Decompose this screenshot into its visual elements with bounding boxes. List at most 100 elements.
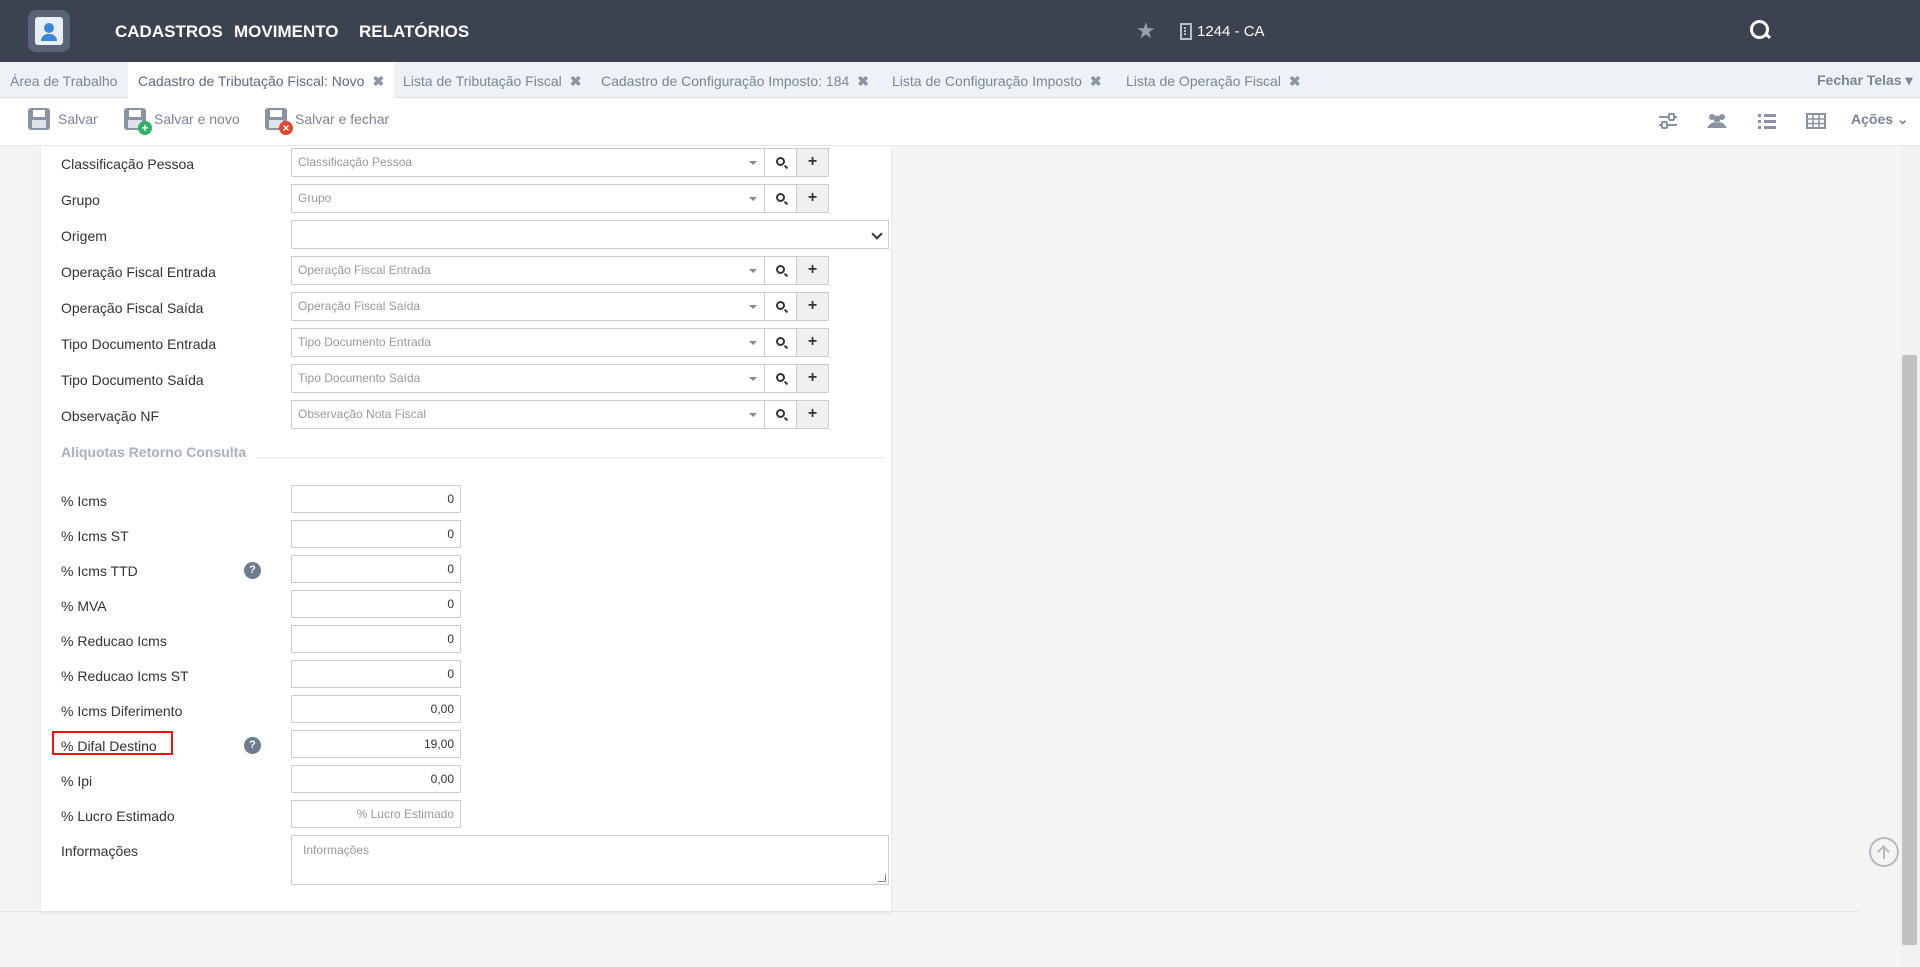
lookup-search-button[interactable] <box>764 149 796 176</box>
list-icon[interactable] <box>1756 111 1778 131</box>
lookup-search-button[interactable] <box>764 185 796 212</box>
form-row-origem: Origem <box>61 220 889 250</box>
form-row-difal-destino: % Difal Destino ? 19,00 <box>52 730 881 760</box>
reducao-icms-input[interactable]: 0 <box>291 625 461 653</box>
sliders-icon[interactable] <box>1657 111 1679 131</box>
nav-cadastros[interactable]: CADASTROS <box>115 22 223 42</box>
icms-diferimento-input[interactable]: 0,00 <box>291 695 461 723</box>
save-and-new-button[interactable]: + Salvar e novo <box>124 108 240 135</box>
close-tab-icon[interactable]: ✖ <box>857 73 869 89</box>
add-button[interactable]: + <box>796 365 828 392</box>
tab-bar: Área de Trabalho Cadastro de Tributação … <box>0 62 1920 98</box>
company-selector[interactable]: 1244 - CA <box>1180 23 1265 40</box>
difal-destino-input[interactable]: 19,00 <box>291 730 461 758</box>
app-logo[interactable] <box>28 10 70 52</box>
tab-area-de-trabalho[interactable]: Área de Trabalho <box>0 62 127 98</box>
tab-cadastro-configuracao-imposto[interactable]: Cadastro de Configuração Imposto: 184 ✖ <box>591 62 879 98</box>
nav-movimento[interactable]: MOVIMENTO <box>234 22 339 42</box>
caret-down-icon[interactable] <box>744 149 764 176</box>
resize-handle[interactable] <box>878 874 886 882</box>
search-icon <box>776 373 785 382</box>
caret-down-icon[interactable] <box>744 257 764 284</box>
field-label: Origem <box>61 228 107 244</box>
add-button[interactable]: + <box>796 185 828 212</box>
save-close-label: Salvar e fechar <box>295 111 390 127</box>
save-button[interactable]: Salvar <box>28 108 98 130</box>
reducao-icms-st-input[interactable]: 0 <box>291 660 461 688</box>
lookup-search-button[interactable] <box>764 401 796 428</box>
close-all-tabs-button[interactable]: Fechar Telas ▾ <box>1817 72 1912 89</box>
form-row-informacoes: Informações Informações <box>61 835 889 885</box>
add-button[interactable]: + <box>796 293 828 320</box>
field-label: % Ipi <box>61 773 93 789</box>
textarea-placeholder: Informações <box>303 843 370 857</box>
operacao-fiscal-entrada-select[interactable]: Operação Fiscal Entrada + <box>291 256 829 285</box>
tab-label: Lista de Operação Fiscal <box>1126 73 1281 89</box>
favorite-star-icon[interactable]: ★ <box>1136 18 1156 44</box>
select-placeholder: Observação Nota Fiscal <box>298 407 427 421</box>
lookup-search-button[interactable] <box>764 257 796 284</box>
icms-input[interactable]: 0 <box>291 485 461 513</box>
table-icon[interactable] <box>1805 111 1827 131</box>
tab-cadastro-tributacao-fiscal[interactable]: Cadastro de Tributação Fiscal: Novo ✖ <box>128 62 395 98</box>
icms-st-input[interactable]: 0 <box>291 520 461 548</box>
tab-label: Lista de Tributação Fiscal <box>403 73 562 89</box>
nav-relatorios[interactable]: RELATÓRIOS <box>359 22 469 42</box>
informacoes-textarea[interactable]: Informações <box>291 835 889 885</box>
section-divider <box>256 457 884 458</box>
lookup-search-button[interactable] <box>764 293 796 320</box>
plus-badge-icon: + <box>138 121 152 135</box>
caret-down-icon[interactable] <box>744 293 764 320</box>
scroll-to-top-icon[interactable] <box>1869 837 1899 867</box>
field-label: Operação Fiscal Entrada <box>61 264 216 280</box>
close-tab-icon[interactable]: ✖ <box>1090 73 1102 89</box>
form-row-grupo: Grupo Grupo + <box>61 184 881 214</box>
close-tab-icon[interactable]: ✖ <box>570 73 582 89</box>
lucro-estimado-input[interactable]: % Lucro Estimado <box>291 800 461 828</box>
form-row-operacao-fiscal-saida: Operação Fiscal Saída Operação Fiscal Sa… <box>61 292 881 322</box>
caret-down-icon[interactable] <box>744 365 764 392</box>
select-placeholder: Tipo Documento Saída <box>298 371 421 385</box>
tipo-documento-entrada-select[interactable]: Tipo Documento Entrada + <box>291 328 829 357</box>
grupo-select[interactable]: Grupo + <box>291 184 829 213</box>
section-title: Aliquotas Retorno Consulta <box>61 444 247 460</box>
field-label: Tipo Documento Saída <box>61 372 204 388</box>
tab-lista-configuracao-imposto[interactable]: Lista de Configuração Imposto ✖ <box>882 62 1112 98</box>
save-and-close-button[interactable]: × Salvar e fechar <box>265 108 390 135</box>
classificacao-pessoa-select[interactable]: Classificação Pessoa + <box>291 148 829 177</box>
icms-ttd-input[interactable]: 0 <box>291 555 461 583</box>
save-label: Salvar <box>58 111 98 127</box>
operacao-fiscal-saida-select[interactable]: Operação Fiscal Saída + <box>291 292 829 321</box>
select-placeholder: Operação Fiscal Entrada <box>298 263 431 277</box>
caret-down-icon[interactable] <box>744 401 764 428</box>
users-group-icon[interactable] <box>1706 111 1728 131</box>
lookup-search-button[interactable] <box>764 329 796 356</box>
help-icon[interactable]: ? <box>244 562 261 579</box>
building-icon <box>1180 23 1192 40</box>
ipi-input[interactable]: 0,00 <box>291 765 461 793</box>
tributacao-form-panel: Classificação Pessoa Classificação Pesso… <box>41 146 891 912</box>
lookup-search-button[interactable] <box>764 365 796 392</box>
origem-select[interactable] <box>291 220 889 249</box>
add-button[interactable]: + <box>796 401 828 428</box>
observacao-nf-select[interactable]: Observação Nota Fiscal + <box>291 400 829 429</box>
add-button[interactable]: + <box>796 149 828 176</box>
tab-lista-operacao-fiscal[interactable]: Lista de Operação Fiscal ✖ <box>1116 62 1311 98</box>
search-icon[interactable] <box>1750 20 1772 42</box>
save-new-icon: + <box>124 108 152 135</box>
add-button[interactable]: + <box>796 257 828 284</box>
caret-down-icon[interactable] <box>744 185 764 212</box>
mva-input[interactable]: 0 <box>291 590 461 618</box>
close-tab-icon[interactable]: ✖ <box>1289 73 1301 89</box>
actions-menu-button[interactable]: Ações ⌄ <box>1851 111 1909 128</box>
caret-down-icon[interactable] <box>744 329 764 356</box>
field-label: % Reducao Icms <box>61 633 167 649</box>
tipo-documento-saida-select[interactable]: Tipo Documento Saída + <box>291 364 829 393</box>
close-tab-icon[interactable]: ✖ <box>372 73 384 89</box>
scrollbar-thumb[interactable] <box>1902 355 1917 945</box>
help-icon[interactable]: ? <box>244 737 261 754</box>
add-button[interactable]: + <box>796 329 828 356</box>
form-row-operacao-fiscal-entrada: Operação Fiscal Entrada Operação Fiscal … <box>61 256 881 286</box>
tab-lista-tributacao-fiscal[interactable]: Lista de Tributação Fiscal ✖ <box>393 62 591 98</box>
search-icon <box>776 337 785 346</box>
